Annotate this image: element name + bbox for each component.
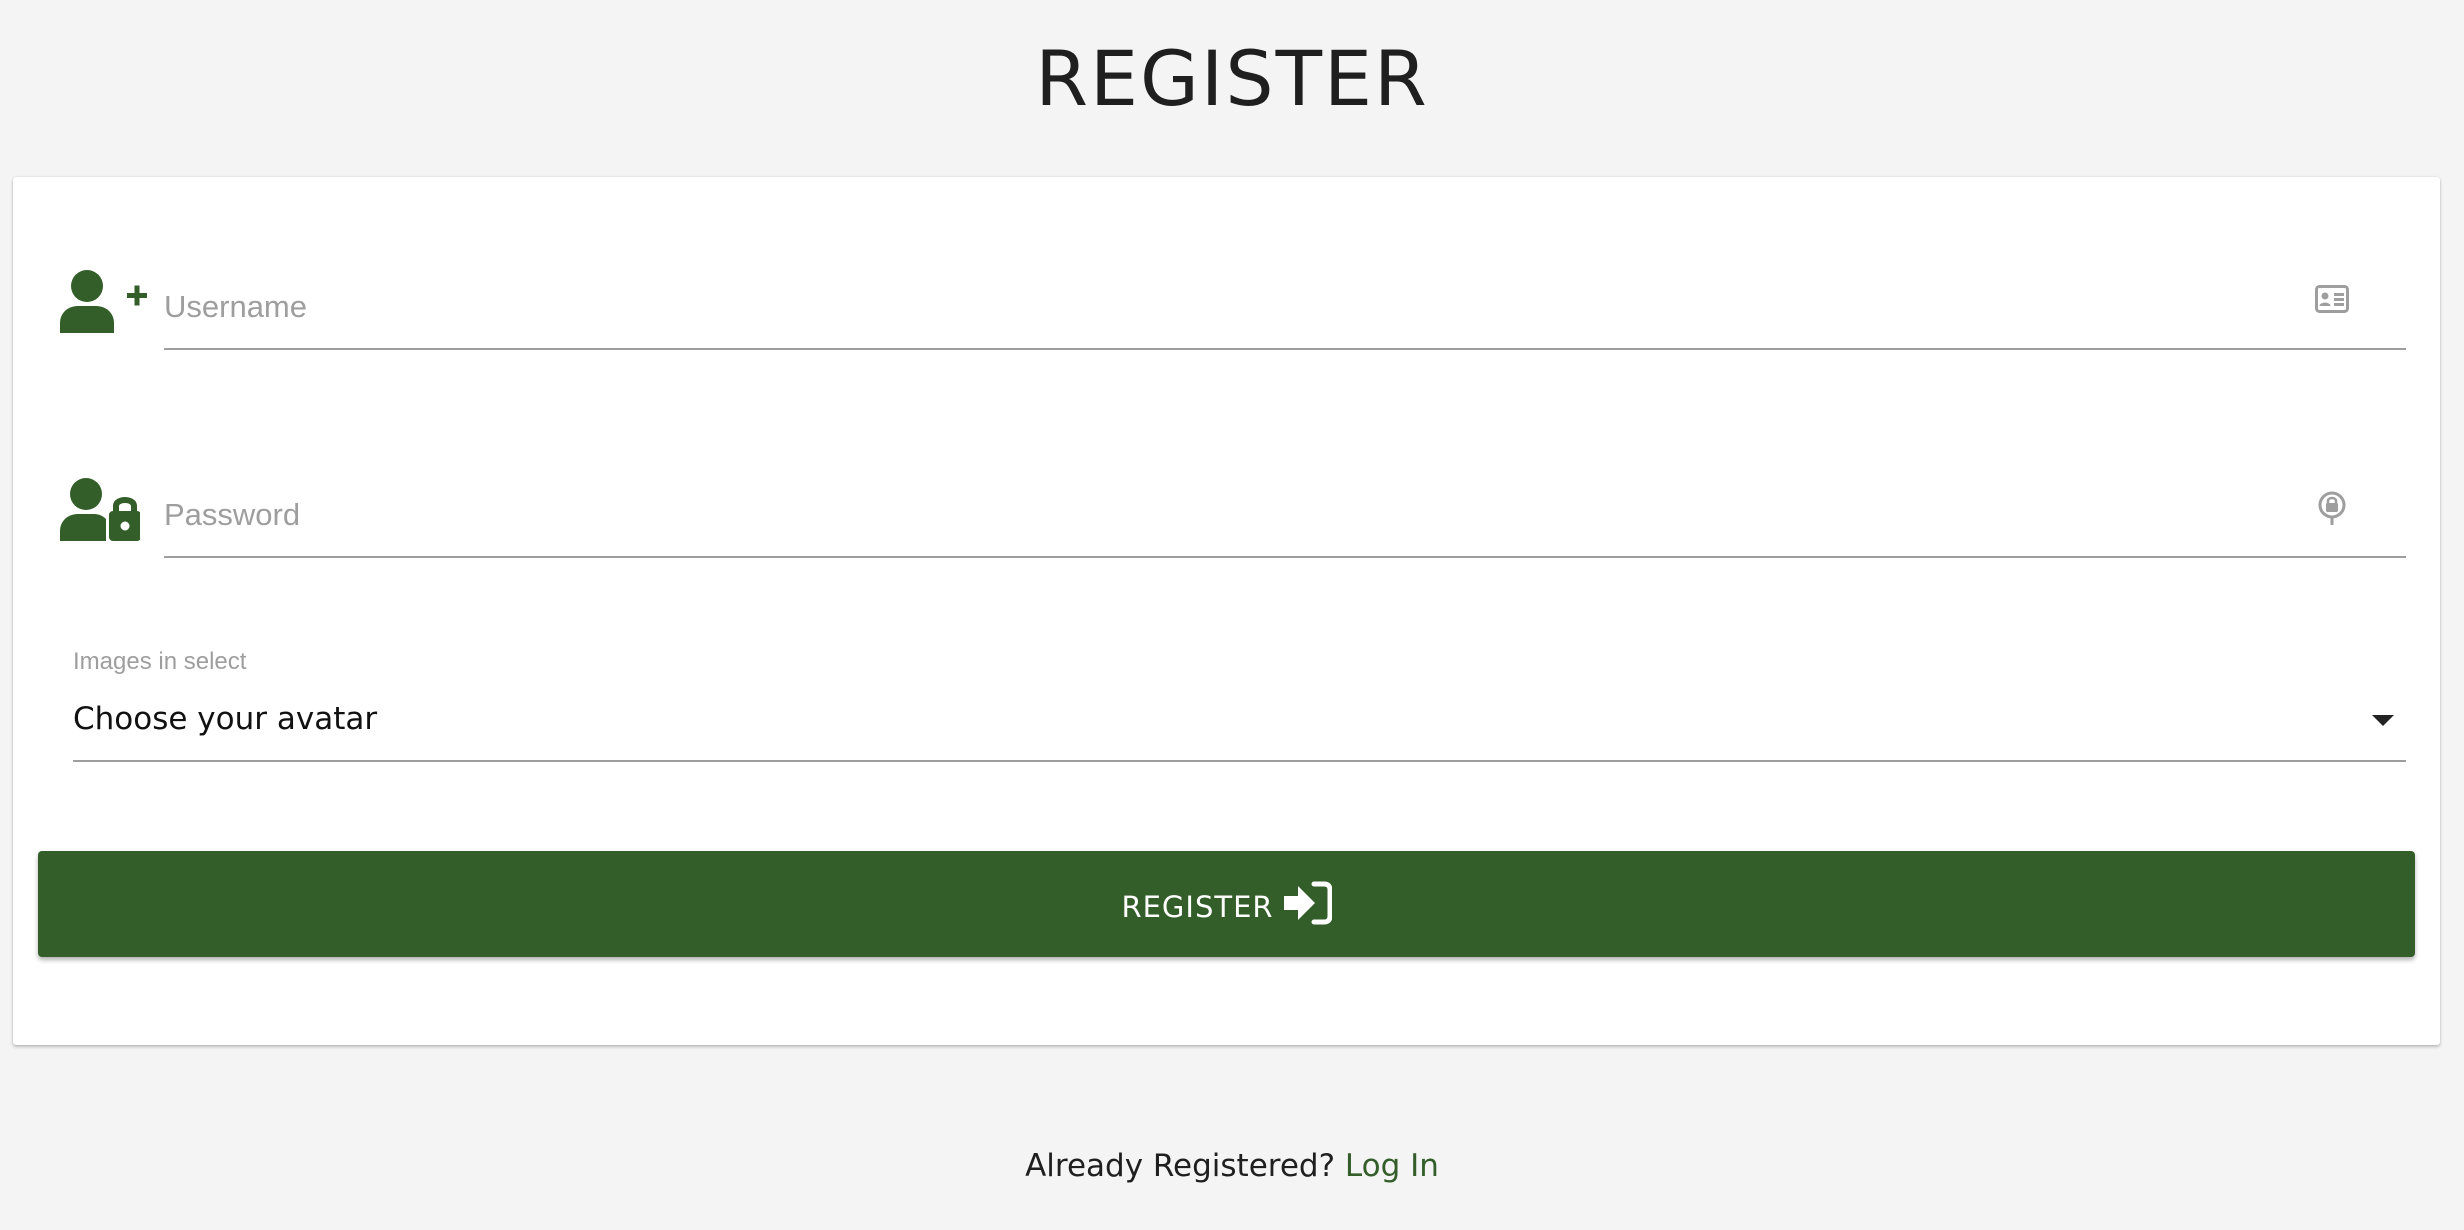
already-registered-text: Already Registered?: [1025, 1148, 1345, 1184]
page-title: REGISTER: [1035, 34, 1429, 123]
avatar-select-value: Choose your avatar: [73, 701, 378, 737]
chevron-down-icon: [2372, 715, 2394, 726]
password-input[interactable]: [164, 478, 2406, 558]
register-button-label: REGISTER: [1121, 890, 1274, 924]
avatar-select-label: Images in select: [73, 648, 247, 675]
user-lock-icon: [60, 477, 141, 545]
username-input[interactable]: [164, 270, 2406, 350]
sign-in-icon: [1282, 881, 1333, 928]
fingerprint-lock-icon: [2317, 491, 2347, 529]
register-form-card: Images in select Choose your avatar REGI…: [13, 177, 2440, 1045]
login-link[interactable]: Log In: [1345, 1148, 1439, 1184]
register-button[interactable]: REGISTER: [38, 851, 2415, 957]
footer: Already Registered? Log In: [0, 1148, 2464, 1184]
avatar-select[interactable]: Choose your avatar: [73, 682, 2406, 762]
id-card-icon: [2315, 285, 2349, 317]
user-plus-icon: [60, 269, 152, 337]
